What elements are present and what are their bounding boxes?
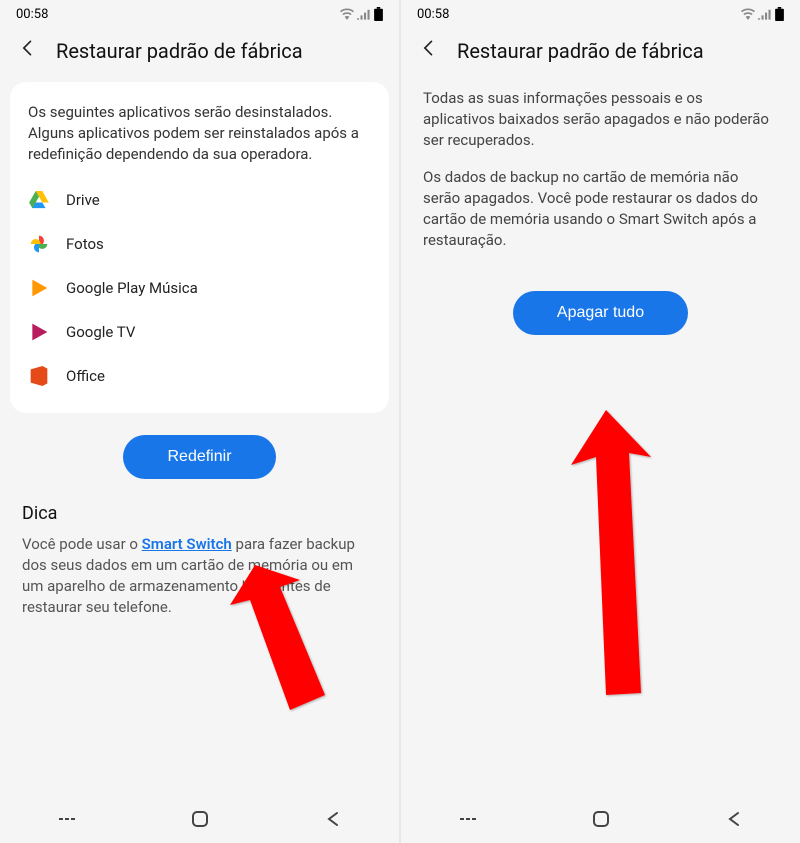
app-label: Drive	[66, 191, 100, 209]
office-icon	[28, 365, 50, 387]
back-button[interactable]	[18, 38, 38, 64]
phone-screen-right: 00:58 Restaurar padrão de fábrica Todas …	[401, 0, 800, 843]
status-time: 00:58	[16, 7, 48, 22]
info-paragraph-2: Os dados de backup no cartão de memória …	[401, 151, 800, 251]
info-paragraph-1: Todas as suas informações pessoais e os …	[401, 72, 800, 151]
list-item: Fotos	[28, 225, 371, 263]
phone-screen-left: 00:58 Restaurar padrão de fábrica Os seg…	[0, 0, 399, 843]
signal-icon	[758, 8, 772, 20]
tip-text: Você pode usar o Smart Switch para fazer…	[22, 534, 377, 618]
header: Restaurar padrão de fábrica	[0, 28, 399, 72]
app-list: Drive Fotos Google Play Música Google TV	[28, 181, 371, 395]
back-button[interactable]	[419, 38, 439, 64]
header: Restaurar padrão de fábrica	[401, 28, 800, 72]
recents-button[interactable]	[458, 810, 478, 832]
page-title: Restaurar padrão de fábrica	[457, 39, 704, 63]
app-label: Office	[66, 367, 105, 385]
status-time: 00:58	[417, 7, 449, 22]
list-item: Google Play Música	[28, 269, 371, 307]
reset-button[interactable]: Redefinir	[123, 435, 275, 479]
status-bar: 00:58	[0, 0, 399, 28]
play-music-icon	[28, 277, 50, 299]
list-item: Office	[28, 357, 371, 395]
google-tv-icon	[28, 321, 50, 343]
card-description: Os seguintes aplicativos serão desinstal…	[28, 102, 371, 165]
status-icons	[741, 7, 784, 21]
battery-icon	[775, 7, 784, 21]
erase-all-button[interactable]: Apagar tudo	[513, 291, 688, 335]
tip-section: Dica Você pode usar o Smart Switch para …	[0, 483, 399, 638]
list-item: Google TV	[28, 313, 371, 351]
photos-icon	[28, 233, 50, 255]
nav-bar	[0, 799, 399, 843]
battery-icon	[374, 7, 383, 21]
app-label: Google TV	[66, 323, 135, 341]
status-bar: 00:58	[401, 0, 800, 28]
wifi-icon	[340, 8, 354, 20]
nav-bar	[401, 799, 800, 843]
smart-switch-link[interactable]: Smart Switch	[142, 535, 232, 553]
back-nav-button[interactable]	[725, 810, 743, 832]
back-nav-button[interactable]	[324, 810, 342, 832]
home-button[interactable]	[191, 810, 209, 832]
home-button[interactable]	[592, 810, 610, 832]
apps-card: Os seguintes aplicativos serão desinstal…	[10, 82, 389, 413]
list-item: Drive	[28, 181, 371, 219]
signal-icon	[357, 8, 371, 20]
arrow-annotation-icon	[551, 395, 681, 705]
app-label: Google Play Música	[66, 279, 198, 297]
recents-button[interactable]	[57, 810, 77, 832]
page-title: Restaurar padrão de fábrica	[56, 39, 303, 63]
drive-icon	[28, 189, 50, 211]
tip-title: Dica	[22, 503, 377, 524]
wifi-icon	[741, 8, 755, 20]
app-label: Fotos	[66, 235, 104, 253]
status-icons	[340, 7, 383, 21]
